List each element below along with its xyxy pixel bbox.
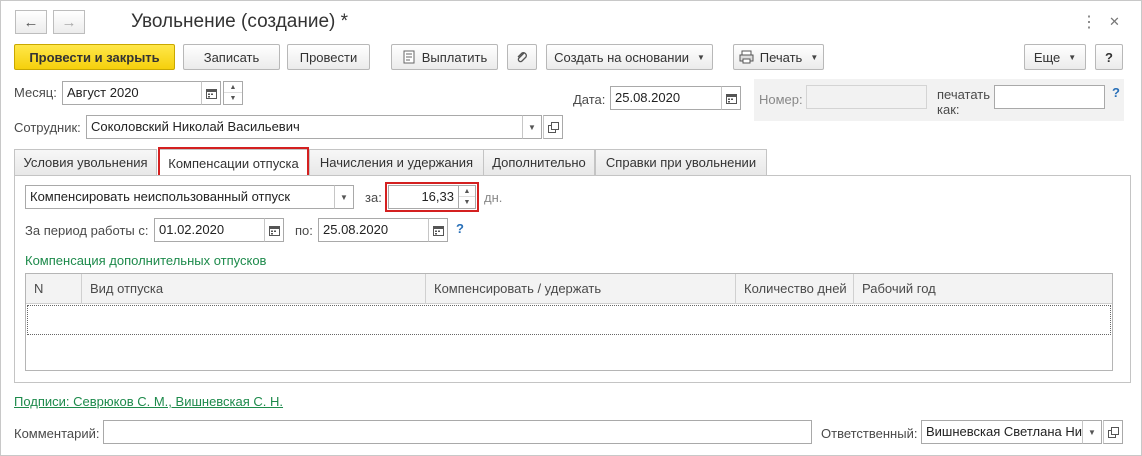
dropdown-caret-icon: ▼ (810, 52, 819, 62)
employee-open-button[interactable] (543, 115, 563, 139)
calendar-icon (205, 88, 217, 99)
open-form-icon (1107, 426, 1119, 438)
date-label: Дата: (573, 92, 606, 107)
create-based-button[interactable]: Создать на основании ▼ (546, 44, 713, 70)
pay-button[interactable]: Выплатить (391, 44, 498, 70)
spin-up-icon[interactable]: ▲ (224, 82, 242, 93)
calendar-button[interactable] (201, 81, 221, 105)
print-button[interactable]: Печать ▼ (733, 44, 824, 70)
period-to-calendar-button[interactable] (428, 218, 448, 242)
back-button[interactable]: ← (15, 10, 47, 34)
period-from-calendar-button[interactable] (264, 218, 284, 242)
print-as-field[interactable] (994, 85, 1105, 109)
days-unit-label: дн. (484, 190, 503, 205)
chevron-down-icon: ▼ (528, 122, 536, 132)
spin-down-icon[interactable]: ▼ (459, 197, 475, 208)
pay-button-label: Выплатить (421, 49, 488, 65)
document-window: ← → Увольнение (создание) * ⋮ ✕ Провести… (0, 0, 1142, 456)
column-header-vacation-type[interactable]: Вид отпуска (82, 274, 426, 304)
close-icon[interactable]: ✕ (1109, 14, 1120, 30)
arrow-left-icon: ← (23, 13, 39, 31)
period-help-icon[interactable]: ? (456, 221, 464, 236)
printer-icon (739, 50, 754, 64)
print-label: Печать (759, 49, 803, 65)
number-label: Номер: (759, 92, 803, 107)
month-label: Месяц: (14, 85, 57, 100)
number-field (806, 85, 927, 109)
create-based-label: Создать на основании (554, 49, 689, 65)
column-header-work-year[interactable]: Рабочий год (854, 274, 1112, 304)
more-menu-icon[interactable]: ⋮ (1081, 12, 1097, 32)
period-from-label: За период работы с: (25, 223, 149, 238)
tab-vacation-compensation[interactable]: Компенсации отпуска (158, 149, 309, 176)
for-label: за: (365, 190, 382, 205)
responsible-field[interactable]: Вишневская Светлана Ни (921, 420, 1083, 444)
month-spinner[interactable]: ▲ ▼ (223, 81, 243, 105)
column-header-n[interactable]: N (26, 274, 82, 304)
period-to-label: по: (295, 223, 313, 238)
tab-dismissal-certificates[interactable]: Справки при увольнении (595, 149, 767, 175)
document-icon (403, 50, 415, 64)
chevron-down-icon: ▼ (1088, 427, 1096, 437)
print-as-label-line2: как: (937, 102, 960, 117)
month-field[interactable]: Август 2020 (62, 81, 202, 105)
compensation-mode-dropdown[interactable]: ▼ (334, 185, 354, 209)
period-to-field[interactable]: 25.08.2020 (318, 218, 429, 242)
post-and-close-button[interactable]: Провести и закрыть (14, 44, 175, 70)
tab-accruals-deductions[interactable]: Начисления и удержания (309, 149, 484, 175)
employee-field[interactable]: Соколовский Николай Васильевич (86, 115, 523, 139)
calendar-icon (268, 225, 280, 236)
additional-vacations-title: Компенсация дополнительных отпусков (25, 253, 267, 268)
open-form-icon (547, 121, 559, 133)
more-label: Еще (1033, 49, 1061, 65)
calendar-icon (432, 225, 444, 236)
employee-label: Сотрудник: (14, 120, 81, 135)
arrow-right-icon: → (61, 13, 77, 31)
print-as-label: печатать как: (937, 87, 990, 117)
spin-down-icon[interactable]: ▼ (224, 93, 242, 104)
forward-button[interactable]: → (53, 10, 85, 34)
signatures-link[interactable]: Подписи: Севрюков С. М., Вишневская С. Н… (14, 394, 283, 409)
tab-additional[interactable]: Дополнительно (483, 149, 595, 175)
responsible-open-button[interactable] (1103, 420, 1123, 444)
spin-up-icon[interactable]: ▲ (459, 186, 475, 197)
save-button[interactable]: Записать (183, 44, 280, 70)
print-as-help-icon[interactable]: ? (1112, 85, 1120, 100)
period-from-field[interactable]: 01.02.2020 (154, 218, 265, 242)
window-title: Увольнение (создание) * (131, 11, 349, 32)
calendar-icon (725, 93, 737, 104)
help-button[interactable]: ? (1095, 44, 1123, 70)
days-spinner[interactable]: ▲ ▼ (458, 185, 476, 209)
dropdown-caret-icon: ▼ (1068, 52, 1077, 62)
attach-button[interactable] (507, 44, 537, 70)
post-button[interactable]: Провести (287, 44, 370, 70)
responsible-label: Ответственный: (821, 426, 918, 441)
print-as-label-line1: печатать (937, 87, 991, 102)
days-field[interactable]: 16,33 (388, 185, 459, 209)
tab-dismissal-conditions[interactable]: Условия увольнения (14, 149, 157, 175)
date-calendar-button[interactable] (721, 86, 741, 110)
more-button[interactable]: Еще ▼ (1024, 44, 1086, 70)
additional-vacations-table[interactable]: N Вид отпуска Компенсировать / удержать … (25, 273, 1113, 371)
compensation-mode-field[interactable]: Компенсировать неиспользованный отпуск (25, 185, 335, 209)
comment-label: Комментарий: (14, 426, 100, 441)
date-field[interactable]: 25.08.2020 (610, 86, 722, 110)
employee-dropdown-button[interactable]: ▼ (522, 115, 542, 139)
dropdown-caret-icon: ▼ (696, 52, 705, 62)
table-row[interactable] (27, 305, 1111, 335)
chevron-down-icon: ▼ (340, 192, 348, 202)
column-header-compensate[interactable]: Компенсировать / удержать (426, 274, 736, 304)
comment-field[interactable] (103, 420, 812, 444)
responsible-dropdown-button[interactable]: ▼ (1082, 420, 1102, 444)
column-header-days[interactable]: Количество дней (736, 274, 854, 304)
paperclip-icon (517, 52, 527, 63)
